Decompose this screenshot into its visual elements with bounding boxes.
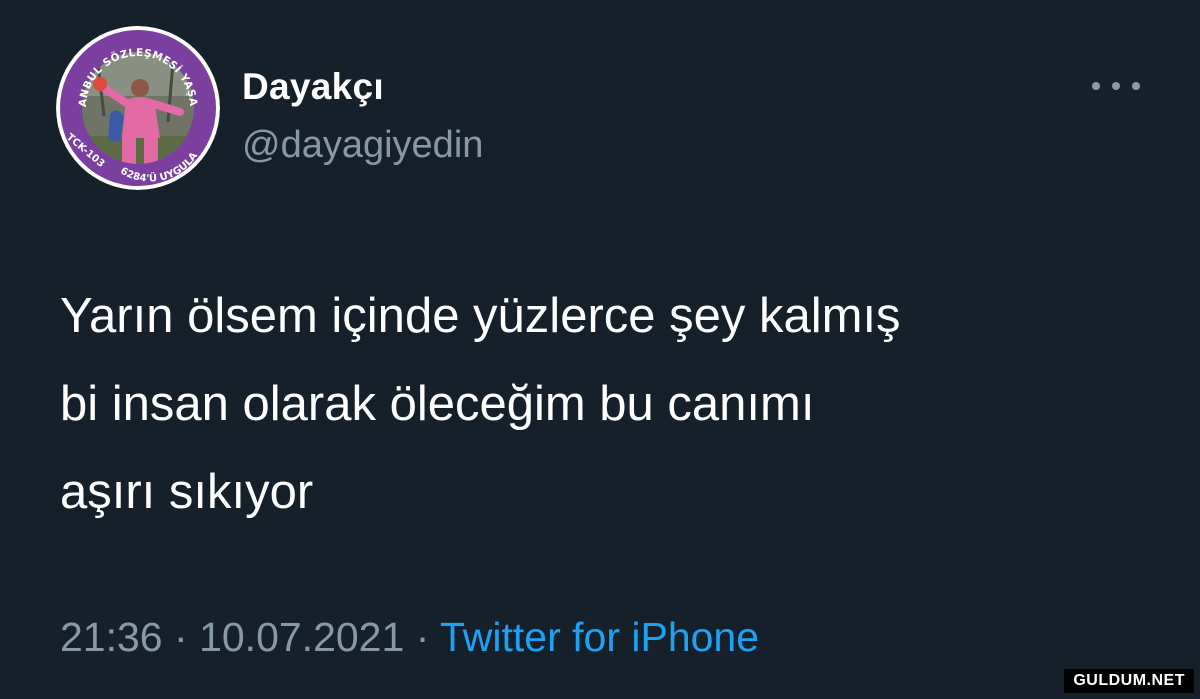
tweet-text-line: Yarın ölsem içinde yüzlerce şey kalmış xyxy=(60,289,901,343)
more-horizontal-icon xyxy=(1092,82,1100,90)
watermark: GULDUM.NET xyxy=(1064,669,1194,693)
avatar-image: İSTANBUL SÖZLEŞMESİ YAŞATIR TCK-103 6284… xyxy=(56,26,220,190)
tweet-text-line: bi insan olarak öleceğim bu canımı xyxy=(60,377,815,431)
tweet-source-link[interactable]: Twitter for iPhone xyxy=(440,614,759,660)
more-options-button[interactable] xyxy=(1092,72,1140,100)
tweet-date[interactable]: 10.07.2021 xyxy=(199,614,404,660)
meta-separator: · xyxy=(415,614,430,660)
tweet-meta: 21:36 · 10.07.2021 · Twitter for iPhone xyxy=(60,614,759,661)
meta-separator: · xyxy=(174,614,188,660)
tweet-text-line: aşırı sıkıyor xyxy=(60,465,314,519)
more-horizontal-icon xyxy=(1112,82,1120,90)
more-horizontal-icon xyxy=(1132,82,1140,90)
user-handle[interactable]: @dayagiyedin xyxy=(242,124,483,167)
tweet-time[interactable]: 21:36 xyxy=(60,614,163,660)
display-name[interactable]: Dayakçı xyxy=(242,66,384,108)
tweet-card: İSTANBUL SÖZLEŞMESİ YAŞATIR TCK-103 6284… xyxy=(0,0,1200,699)
tweet-text: Yarın ölsem içinde yüzlerce şey kalmış b… xyxy=(60,272,1160,536)
avatar[interactable]: İSTANBUL SÖZLEŞMESİ YAŞATIR TCK-103 6284… xyxy=(56,26,220,190)
